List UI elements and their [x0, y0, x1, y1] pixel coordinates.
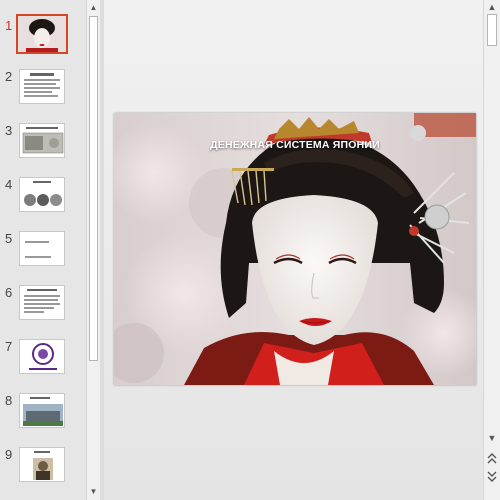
- slide-preview: [19, 339, 65, 374]
- slide-number: 9: [5, 447, 13, 462]
- double-chevron-up-icon[interactable]: [486, 452, 498, 465]
- slide-number: 3: [5, 123, 13, 138]
- coins-image: [24, 194, 62, 206]
- slide-preview: [19, 177, 65, 212]
- triangle-up-icon[interactable]: ▲: [486, 1, 498, 14]
- slide-thumbnail-7[interactable]: 7: [0, 339, 86, 383]
- geisha-thumbnail-image: [18, 16, 66, 52]
- slide-preview: [19, 393, 65, 428]
- slide-preview: [19, 231, 65, 266]
- slide-thumbnail-5[interactable]: 5: [0, 231, 86, 275]
- slide-thumbnail-2[interactable]: 2: [0, 69, 86, 113]
- triangle-down-icon[interactable]: ▼: [87, 485, 100, 499]
- scrollbar-thumb[interactable]: [487, 14, 497, 46]
- slide-number: 6: [5, 285, 13, 300]
- slide-preview: [19, 123, 65, 158]
- slide-thumbnail-3[interactable]: 3: [0, 123, 86, 167]
- slide-number: 2: [5, 69, 13, 84]
- slide-number: 7: [5, 339, 13, 354]
- geisha-photo: [114, 113, 476, 385]
- scrollbar-thumb[interactable]: [89, 16, 98, 361]
- double-chevron-down-icon[interactable]: [486, 470, 498, 483]
- slide-number: 8: [5, 393, 13, 408]
- slide-number: 4: [5, 177, 13, 192]
- slide-preview: [19, 69, 65, 104]
- triangle-down-icon[interactable]: ▼: [486, 432, 498, 445]
- building-image: [23, 404, 63, 426]
- bank-logo-image: [29, 343, 57, 370]
- slide-number: 1: [5, 18, 13, 33]
- slide-number: 5: [5, 231, 13, 246]
- slide-thumbnail-8[interactable]: 8: [0, 393, 86, 437]
- slide-thumbnail-1[interactable]: 1: [0, 14, 86, 62]
- current-slide[interactable]: ДЕНЕЖНАЯ СИСТЕМА ЯПОНИИ: [114, 113, 476, 385]
- portrait-image: [33, 458, 53, 480]
- banknote-image: [22, 132, 64, 154]
- slide-thumbnail-9[interactable]: 9: [0, 447, 86, 491]
- slide-thumbnail-6[interactable]: 6: [0, 285, 86, 329]
- slide-thumbnail-pane: 1 2 3 4 5 6 7 8 9: [0, 0, 86, 500]
- editor-scrollbar[interactable]: ▲ ▼: [483, 0, 500, 500]
- slide-preview: [16, 14, 68, 54]
- thumbnail-scrollbar[interactable]: ▲ ▼: [86, 0, 100, 500]
- slide-preview: [19, 285, 65, 320]
- slide-preview: [19, 447, 65, 482]
- triangle-up-icon[interactable]: ▲: [87, 1, 100, 15]
- slide-thumbnail-4[interactable]: 4: [0, 177, 86, 221]
- slide-title[interactable]: ДЕНЕЖНАЯ СИСТЕМА ЯПОНИИ: [114, 139, 476, 151]
